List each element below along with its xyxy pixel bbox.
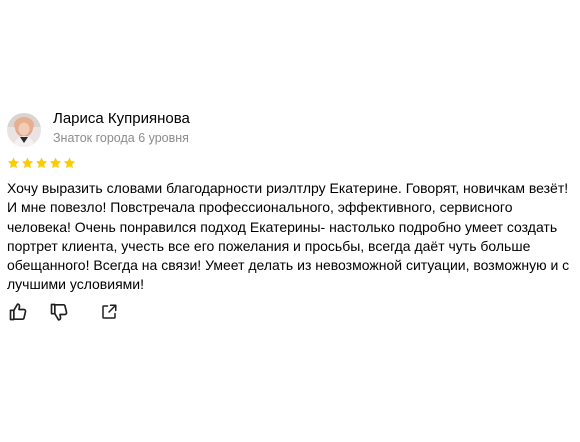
star-icon — [49, 157, 62, 169]
review-header: Лариса Куприянова Знаток города 6 уровня — [7, 108, 190, 148]
author-level: Знаток города 6 уровня — [53, 131, 189, 145]
avatar[interactable] — [7, 113, 41, 147]
dislike-button[interactable] — [48, 301, 70, 323]
review-text: Хочу выразить словами благодарности риэл… — [7, 180, 570, 293]
rating-stars — [7, 156, 76, 172]
star-icon — [7, 157, 20, 169]
share-button[interactable] — [98, 301, 120, 323]
star-icon — [35, 157, 48, 169]
thumbs-down-icon — [50, 303, 68, 321]
share-icon — [102, 304, 117, 319]
review-card: Лариса Куприянова Знаток города 6 уровня… — [0, 0, 580, 442]
review-actions — [7, 301, 120, 323]
star-icon — [63, 157, 76, 169]
author-name[interactable]: Лариса Куприянова — [53, 110, 190, 128]
thumbs-up-icon — [9, 303, 27, 321]
avatar-photo — [7, 113, 41, 147]
like-button[interactable] — [7, 301, 29, 323]
author-block: Лариса Куприянова Знаток города 6 уровня — [53, 110, 190, 146]
star-icon — [21, 157, 34, 169]
